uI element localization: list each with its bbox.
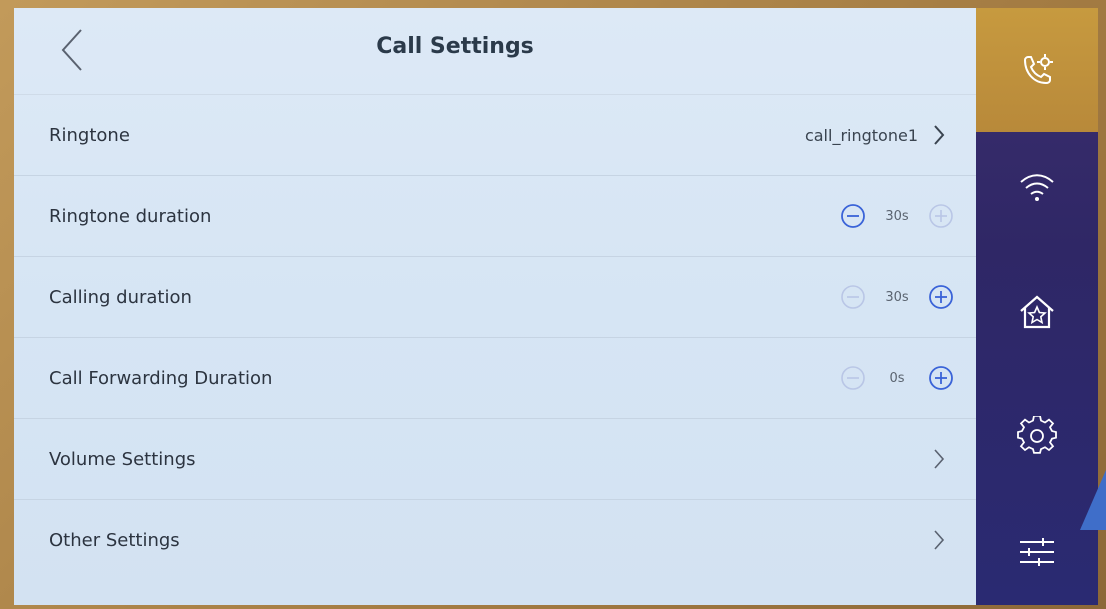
chevron-right-icon (928, 526, 950, 554)
wifi-icon (1020, 174, 1054, 201)
minus-circle-icon (841, 285, 865, 309)
ringtone-duration-value: 30s (885, 208, 909, 224)
plus-circle-icon (929, 366, 953, 390)
home-icon (1020, 295, 1054, 329)
other-settings-chevron-group (928, 526, 950, 554)
chevron-right-icon (928, 121, 950, 149)
call-forwarding-duration-label: Call Forwarding Duration (49, 367, 273, 389)
call-forwarding-duration-plus-button[interactable] (926, 363, 956, 393)
calling-duration-minus-button[interactable] (838, 282, 868, 312)
plus-circle-icon (929, 285, 953, 309)
ringtone-value-group: call_ringtone1 (805, 121, 950, 149)
volume-settings-row[interactable]: Volume Settings (14, 418, 976, 499)
sliders-icon (1020, 538, 1054, 566)
settings-panel: Call Settings Ringtone call_ringtone1 Ri… (14, 8, 976, 605)
pointer-arrow-icon (1080, 470, 1106, 530)
nav-item-home[interactable] (976, 262, 1098, 362)
call-forwarding-duration-stepper: 0s (838, 363, 956, 393)
calling-duration-label: Calling duration (49, 286, 192, 308)
call-forwarding-duration-value: 0s (889, 370, 905, 386)
header: Call Settings (14, 8, 976, 94)
ringtone-row[interactable]: Ringtone call_ringtone1 (14, 94, 976, 175)
calling-duration-plus-button[interactable] (926, 282, 956, 312)
call-settings-icon (1023, 54, 1053, 85)
other-settings-row[interactable]: Other Settings (14, 499, 976, 580)
ringtone-value: call_ringtone1 (804, 125, 918, 145)
nav-item-call-settings[interactable] (976, 8, 1098, 132)
minus-circle-icon (841, 204, 865, 228)
ringtone-duration-row: Ringtone duration 30s (14, 175, 976, 256)
volume-settings-label: Volume Settings (49, 448, 196, 470)
volume-settings-chevron-group (928, 445, 950, 473)
settings-list: Ringtone call_ringtone1 Ringtone duratio… (14, 94, 976, 580)
plus-circle-icon (929, 204, 953, 228)
calling-duration-stepper: 30s (838, 282, 956, 312)
call-forwarding-duration-minus-button[interactable] (838, 363, 868, 393)
ringtone-label: Ringtone (49, 124, 130, 146)
ringtone-duration-plus-button[interactable] (926, 201, 956, 231)
gear-icon (1017, 416, 1057, 454)
ringtone-duration-label: Ringtone duration (49, 205, 212, 227)
minus-circle-icon (841, 366, 865, 390)
other-settings-label: Other Settings (49, 529, 180, 551)
calling-duration-row: Calling duration 30s (14, 256, 976, 337)
nav-item-wifi[interactable] (976, 138, 1098, 238)
call-forwarding-duration-row: Call Forwarding Duration 0s (14, 337, 976, 418)
page-title: Call Settings (376, 34, 534, 59)
ringtone-duration-stepper: 30s (838, 201, 956, 231)
chevron-right-icon (928, 445, 950, 473)
ringtone-duration-minus-button[interactable] (838, 201, 868, 231)
device-screen: Call Settings Ringtone call_ringtone1 Ri… (14, 8, 1098, 605)
calling-duration-value: 30s (885, 289, 909, 305)
